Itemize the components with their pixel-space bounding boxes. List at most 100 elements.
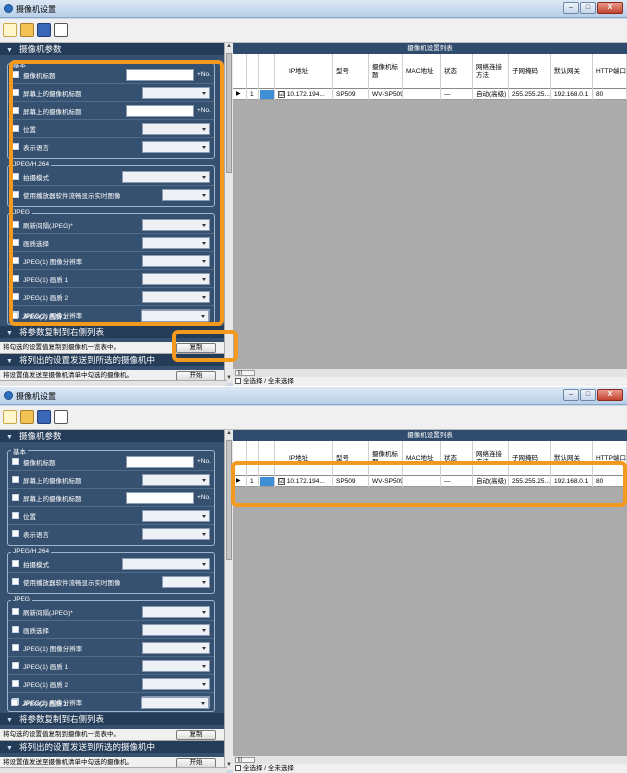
param-checkbox[interactable] — [12, 476, 19, 483]
minimize-button[interactable]: – — [563, 389, 579, 401]
scroll-up-icon[interactable]: ▲ — [225, 43, 233, 51]
table-row[interactable]: ▶ 1 ☑ 10.172.194... SP509 WV-SP509 — 自动(… — [233, 476, 627, 487]
param-checkbox[interactable] — [12, 560, 19, 567]
param-checkbox[interactable] — [12, 578, 19, 585]
open-folder-icon[interactable] — [20, 23, 34, 37]
param-select[interactable] — [141, 697, 209, 709]
param-select[interactable] — [122, 558, 210, 570]
save-icon[interactable] — [37, 410, 51, 424]
col-header-method[interactable]: 网络连接方法 — [473, 441, 509, 476]
param-checkbox[interactable] — [12, 143, 19, 150]
open-folder-icon[interactable] — [20, 410, 34, 424]
param-select[interactable] — [142, 678, 210, 690]
section-camera-params[interactable]: ▼ 摄像机参数 — [0, 430, 224, 442]
param-checkbox[interactable] — [12, 608, 19, 615]
col-header[interactable] — [233, 441, 247, 476]
properties-icon[interactable] — [54, 23, 68, 37]
camera-title-input[interactable] — [126, 456, 194, 468]
new-file-icon[interactable] — [3, 23, 17, 37]
param-select[interactable] — [142, 606, 210, 618]
param-select[interactable] — [142, 141, 210, 153]
minimize-button[interactable]: – — [563, 2, 579, 14]
col-header-ip[interactable]: IP地址 — [275, 54, 333, 89]
left-horizontal-scrollbar[interactable] — [0, 767, 227, 773]
param-checkbox[interactable] — [12, 221, 19, 228]
col-header-method[interactable]: 网络连接方法 — [473, 54, 509, 89]
row-checkbox[interactable]: ☑ — [278, 478, 285, 485]
param-checkbox[interactable] — [12, 125, 19, 132]
col-header-port[interactable]: HTTP端口 — [593, 54, 627, 89]
col-header-model[interactable]: 型号 — [333, 54, 369, 89]
param-select[interactable] — [142, 660, 210, 672]
scroll-thumb[interactable] — [226, 440, 232, 560]
left-vertical-scrollbar[interactable]: ▲ ▼ — [224, 43, 233, 383]
param-select[interactable] — [142, 642, 210, 654]
col-header-mask[interactable]: 子网掩码 — [509, 54, 551, 89]
col-header[interactable] — [233, 54, 247, 89]
param-checkbox[interactable] — [12, 71, 19, 78]
param-select[interactable] — [142, 237, 210, 249]
param-select[interactable] — [142, 273, 210, 285]
col-header[interactable] — [247, 441, 259, 476]
param-select[interactable] — [142, 528, 210, 540]
col-header[interactable] — [247, 54, 259, 89]
col-header[interactable] — [259, 54, 275, 89]
section-camera-params[interactable]: ▼ 摄像机参数 — [0, 43, 224, 55]
param-checkbox[interactable] — [12, 293, 19, 300]
maximize-button[interactable]: □ — [580, 389, 596, 401]
param-select[interactable] — [142, 219, 210, 231]
properties-icon[interactable] — [54, 410, 68, 424]
col-header-mask[interactable]: 子网掩码 — [509, 441, 551, 476]
left-vertical-scrollbar[interactable]: ▲ ▼ — [224, 430, 233, 770]
left-horizontal-scrollbar[interactable] — [0, 380, 227, 386]
param-checkbox[interactable] — [12, 530, 19, 537]
col-header-ip[interactable]: IP地址 — [275, 441, 333, 476]
param-checkbox[interactable] — [12, 626, 19, 633]
param-checkbox[interactable] — [12, 191, 19, 198]
camera-title-input[interactable] — [126, 69, 194, 81]
param-checkbox[interactable] — [12, 458, 19, 465]
param-select[interactable] — [162, 576, 210, 588]
param-checkbox[interactable] — [12, 512, 19, 519]
param-checkbox[interactable] — [12, 89, 19, 96]
row-checkbox[interactable]: ☑ — [278, 91, 285, 98]
select-all-checkbox[interactable] — [235, 378, 241, 384]
col-header-model[interactable]: 型号 — [333, 441, 369, 476]
section-copy-params[interactable]: ▼ 将参数复制到右侧列表 — [0, 713, 224, 725]
new-file-icon[interactable] — [3, 410, 17, 424]
param-select[interactable] — [142, 255, 210, 267]
param-checkbox[interactable] — [12, 494, 19, 501]
close-button[interactable]: X — [597, 2, 623, 14]
param-checkbox[interactable] — [12, 275, 19, 282]
param-checkbox[interactable] — [11, 312, 18, 319]
save-icon[interactable] — [37, 23, 51, 37]
param-select[interactable] — [142, 510, 210, 522]
section-send-settings[interactable]: ▼ 将列出的设置发送到所选的摄像机中 — [0, 741, 224, 753]
param-select[interactable] — [141, 310, 209, 322]
param-checkbox[interactable] — [12, 644, 19, 651]
close-button[interactable]: X — [597, 389, 623, 401]
col-header-port[interactable]: HTTP端口 — [593, 441, 627, 476]
param-checkbox[interactable] — [12, 239, 19, 246]
table-row[interactable]: ▶ 1 ☑ 10.172.194... SP509 WV-SP509 — 自动(… — [233, 89, 627, 100]
param-checkbox[interactable] — [12, 107, 19, 114]
param-select[interactable] — [142, 291, 210, 303]
table-horizontal-scrollbar[interactable]: ||| — [233, 368, 627, 377]
section-copy-params[interactable]: ▼ 将参数复制到右侧列表 — [0, 326, 224, 338]
col-header-gateway[interactable]: 默认网关 — [551, 441, 593, 476]
param-select[interactable] — [142, 474, 210, 486]
col-header-status[interactable]: 状态 — [441, 441, 473, 476]
copy-button[interactable]: 复制 — [176, 730, 216, 740]
param-select[interactable] — [162, 189, 210, 201]
camera-title-input[interactable] — [126, 105, 194, 117]
section-send-settings[interactable]: ▼ 将列出的设置发送到所选的摄像机中 — [0, 354, 224, 366]
col-header-title[interactable]: 摄像机标题 — [369, 441, 403, 476]
param-select[interactable] — [122, 171, 210, 183]
hscroll-thumb[interactable]: ||| — [235, 370, 255, 376]
select-all-label[interactable]: 全选择 / 全未选择 — [243, 378, 294, 385]
select-all-checkbox[interactable] — [235, 765, 241, 771]
col-header-title[interactable]: 摄像机标题 — [369, 54, 403, 89]
scroll-thumb[interactable] — [226, 53, 232, 173]
table-horizontal-scrollbar[interactable]: ||| — [233, 755, 627, 764]
scroll-up-icon[interactable]: ▲ — [225, 430, 233, 438]
